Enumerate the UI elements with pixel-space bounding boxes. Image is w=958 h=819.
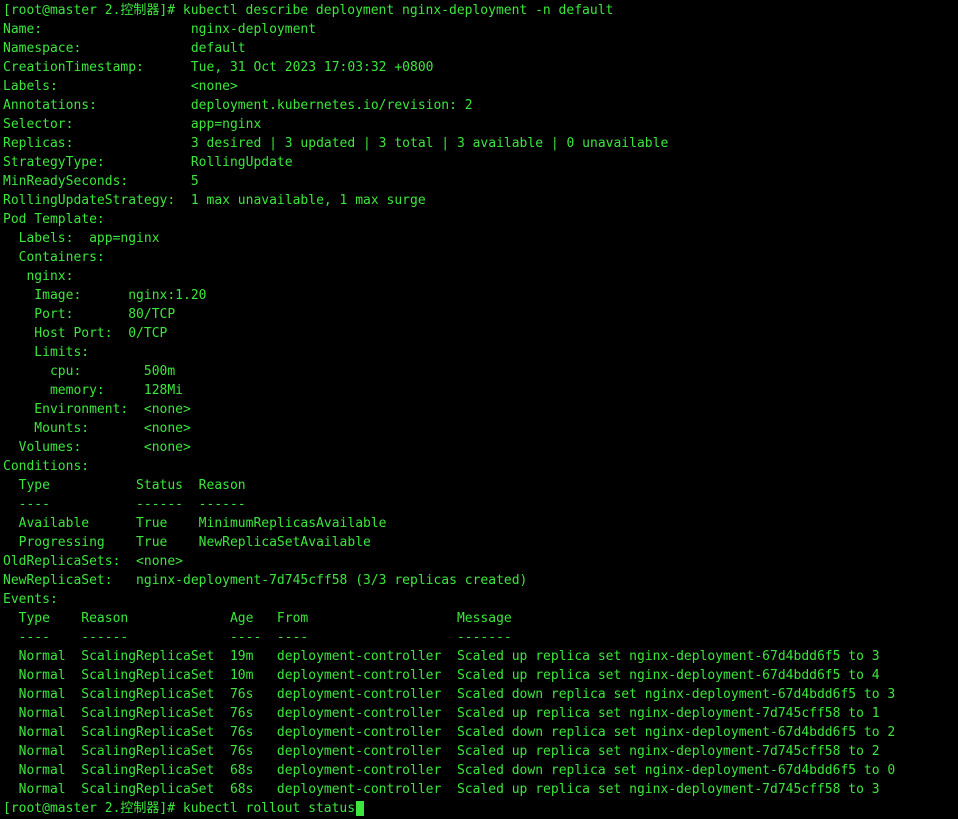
terminal-line: Progressing True NewReplicaSetAvailable xyxy=(3,535,371,550)
terminal-line: Normal ScalingReplicaSet 68s deployment-… xyxy=(3,763,896,778)
terminal-prompt-line[interactable]: [root@master 2.控制器]# kubectl rollout sta… xyxy=(3,799,958,818)
terminal-line: Replicas: 3 desired | 3 updated | 3 tota… xyxy=(3,136,669,151)
cursor xyxy=(356,801,365,816)
terminal-line: OldReplicaSets: <none> xyxy=(3,554,184,569)
terminal-line: Containers: xyxy=(3,250,105,265)
terminal-line: Namespace: default xyxy=(3,41,246,56)
terminal-line: cpu: 500m xyxy=(3,364,176,379)
terminal-line: Normal ScalingReplicaSet 19m deployment-… xyxy=(3,649,880,664)
terminal-line: Host Port: 0/TCP xyxy=(3,326,168,341)
terminal-line: StrategyType: RollingUpdate xyxy=(3,155,293,170)
terminal-line: nginx: xyxy=(3,269,74,284)
terminal-line: Labels: app=nginx xyxy=(3,231,160,246)
terminal-line: Normal ScalingReplicaSet 10m deployment-… xyxy=(3,668,880,683)
terminal-line: ---- ------ ---- ---- ------- xyxy=(3,630,512,645)
terminal-line: CreationTimestamp: Tue, 31 Oct 2023 17:0… xyxy=(3,60,434,75)
terminal-line: Limits: xyxy=(3,345,90,360)
terminal-line: Available True MinimumReplicasAvailable xyxy=(3,516,387,531)
terminal-line: Annotations: deployment.kubernetes.io/re… xyxy=(3,98,473,113)
terminal-line: Port: 80/TCP xyxy=(3,307,176,322)
terminal-line: Pod Template: xyxy=(3,212,105,227)
terminal-line: Labels: <none> xyxy=(3,79,238,94)
terminal-line: RollingUpdateStrategy: 1 max unavailable… xyxy=(3,193,426,208)
terminal-window[interactable]: [root@master 2.控制器]# kubectl describe de… xyxy=(0,0,958,819)
terminal-output: [root@master 2.控制器]# kubectl describe de… xyxy=(3,1,958,799)
shell-prompt: [root@master 2.控制器]# xyxy=(3,801,176,816)
terminal-line: ---- ------ ------ xyxy=(3,497,246,512)
terminal-line: Events: xyxy=(3,592,58,607)
terminal-line: Normal ScalingReplicaSet 76s deployment-… xyxy=(3,725,896,740)
terminal-line: Type Status Reason xyxy=(3,478,246,493)
terminal-line: [root@master 2.控制器]# kubectl describe de… xyxy=(3,3,614,18)
terminal-line: memory: 128Mi xyxy=(3,383,184,398)
terminal-line: Normal ScalingReplicaSet 76s deployment-… xyxy=(3,687,896,702)
terminal-line: Normal ScalingReplicaSet 68s deployment-… xyxy=(3,782,880,797)
terminal-line: Type Reason Age From Message xyxy=(3,611,512,626)
terminal-line: Selector: app=nginx xyxy=(3,117,262,132)
terminal-line: MinReadySeconds: 5 xyxy=(3,174,199,189)
terminal-line: Mounts: <none> xyxy=(3,421,191,436)
terminal-line: Normal ScalingReplicaSet 76s deployment-… xyxy=(3,706,880,721)
terminal-line: NewReplicaSet: nginx-deployment-7d745cff… xyxy=(3,573,528,588)
command-input[interactable]: kubectl rollout status xyxy=(175,801,355,816)
terminal-line: Name: nginx-deployment xyxy=(3,22,317,37)
terminal-line: Normal ScalingReplicaSet 76s deployment-… xyxy=(3,744,880,759)
terminal-line: Conditions: xyxy=(3,459,90,474)
terminal-line: Environment: <none> xyxy=(3,402,191,417)
terminal-line: Volumes: <none> xyxy=(3,440,191,455)
terminal-line: Image: nginx:1.20 xyxy=(3,288,207,303)
